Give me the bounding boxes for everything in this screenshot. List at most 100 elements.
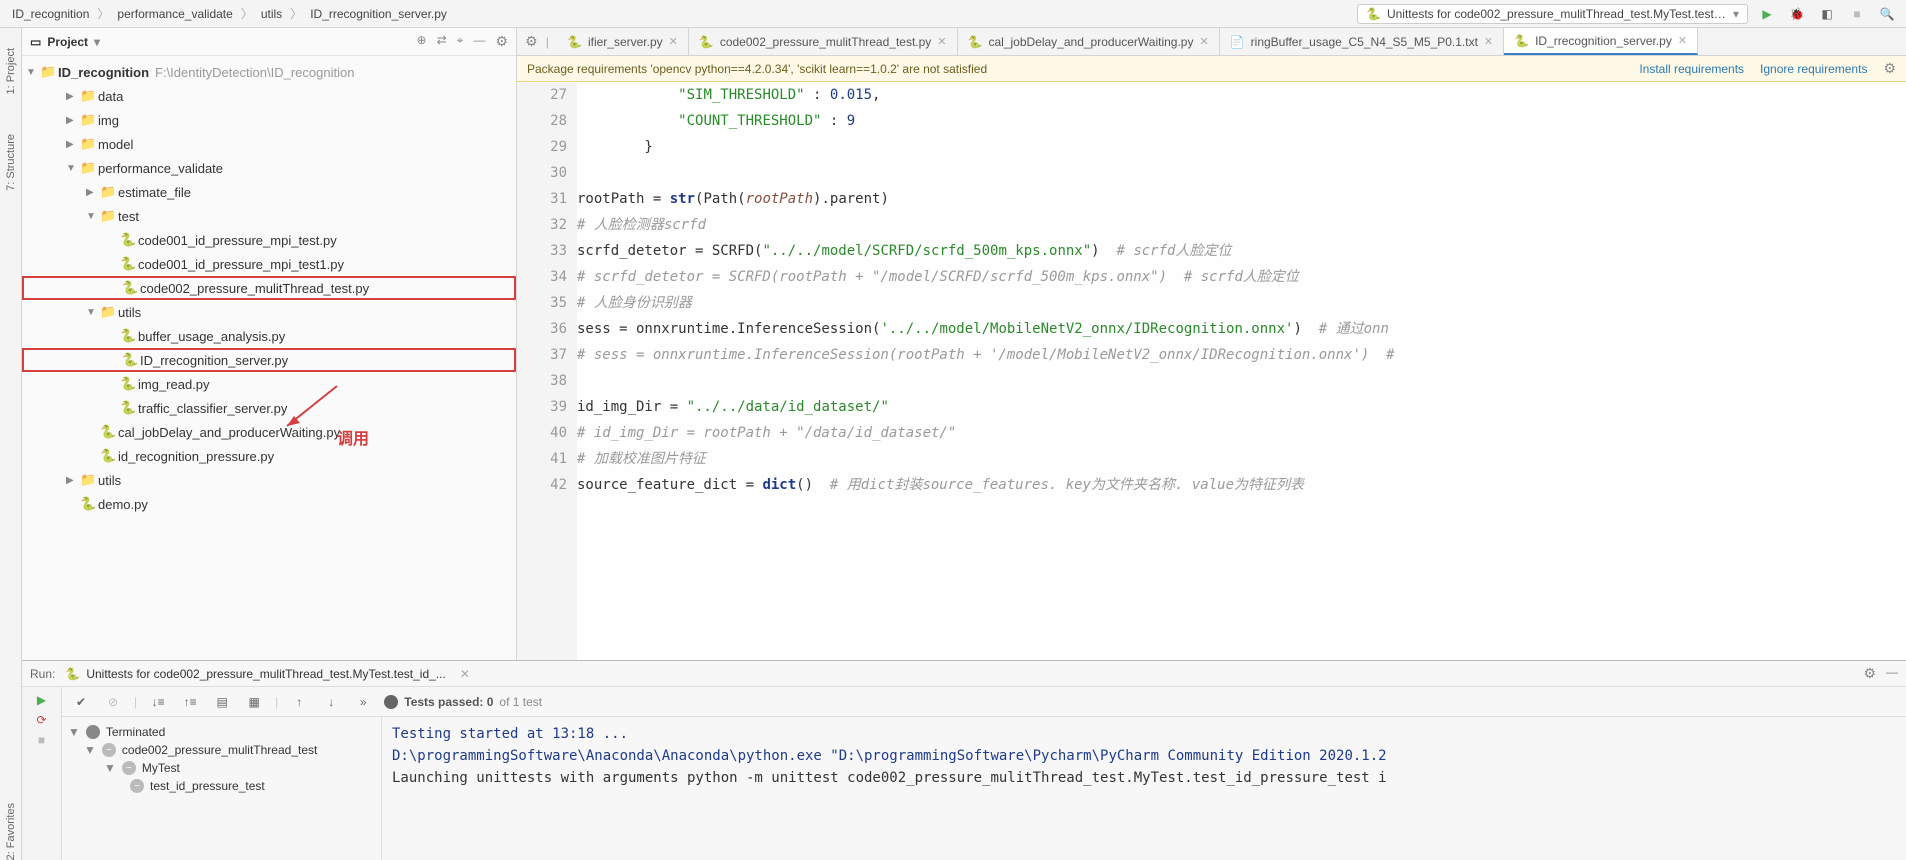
tree-item-label: img_read.py (138, 377, 210, 392)
test-node[interactable]: ▼−code002_pressure_mulitThread_test (68, 741, 375, 759)
tree-folder[interactable]: ▼📁test (22, 204, 516, 228)
tree-folder[interactable]: ▶📁estimate_file (22, 180, 516, 204)
tree-file[interactable]: 🐍id_recognition_pressure.py (22, 444, 516, 468)
python-icon: 🐍 (120, 376, 138, 392)
python-icon: 🐍 (120, 400, 138, 416)
console-output[interactable]: Testing started at 13:18 ...D:\programmi… (382, 717, 1906, 860)
select-opened-icon[interactable]: ⌖ (457, 33, 464, 50)
tab-label: ringBuffer_usage_C5_N4_S5_M5_P0.1.txt (1251, 35, 1478, 49)
python-icon: 🐍 (1366, 7, 1381, 21)
structure-tool-tab[interactable]: 7: Structure (5, 134, 17, 191)
status-icon: − (130, 779, 144, 793)
python-icon: 🐍 (122, 280, 140, 296)
install-requirements-link[interactable]: Install requirements (1639, 62, 1744, 76)
close-icon[interactable]: ✕ (669, 35, 678, 48)
next-button[interactable]: ↓ (320, 691, 342, 713)
editor-tab[interactable]: 📄ringBuffer_usage_C5_N4_S5_M5_P0.1.txt✕ (1220, 28, 1504, 55)
gear-icon[interactable]: ⚙ (1863, 665, 1876, 682)
tab-label: ID_rrecognition_server.py (1535, 34, 1672, 48)
tests-status: Tests passed: 0 of 1 test (384, 695, 542, 709)
hide-icon[interactable]: — (1886, 665, 1898, 682)
prev-button[interactable]: ↑ (288, 691, 310, 713)
tree-file[interactable]: 🐍demo.py (22, 492, 516, 516)
search-icon[interactable]: 🔍 (1876, 3, 1898, 25)
expand-icon[interactable]: ⇄ (437, 33, 447, 50)
favorites-tool-tab[interactable]: 2: Favorites (5, 803, 17, 860)
run-button[interactable]: ▶ (1756, 3, 1778, 25)
tree-folder[interactable]: ▶📁data (22, 84, 516, 108)
tree-file[interactable]: 🐍buffer_usage_analysis.py (22, 324, 516, 348)
project-panel-title[interactable]: ▭ Project ▾ (30, 35, 417, 49)
breadcrumb-item[interactable]: utils (257, 5, 286, 23)
tree-folder[interactable]: ▶📁utils (22, 468, 516, 492)
ignore-requirements-link[interactable]: Ignore requirements (1760, 62, 1867, 76)
test-tree[interactable]: ▼ Terminated ▼−code002_pressure_mulitThr… (62, 717, 382, 860)
folder-icon: 📁 (80, 472, 98, 488)
tree-item-label: buffer_usage_analysis.py (138, 329, 285, 344)
run-tab-name[interactable]: Unittests for code002_pressure_mulitThre… (86, 667, 446, 681)
test-node[interactable]: −test_id_pressure_test (68, 777, 375, 795)
close-icon[interactable]: ✕ (1199, 35, 1208, 48)
hide-icon[interactable]: — (473, 33, 485, 50)
stop-button[interactable]: ■ (1846, 3, 1868, 25)
tree-file[interactable]: 🐍code001_id_pressure_mpi_test.py (22, 228, 516, 252)
breadcrumb-item[interactable]: ID_rrecognition_server.py (306, 5, 451, 23)
tree-folder[interactable]: ▶📁model (22, 132, 516, 156)
stop-button[interactable]: ■ (38, 733, 45, 747)
run-config-dropdown[interactable]: 🐍 Unittests for code002_pressure_mulitTh… (1357, 4, 1748, 24)
close-icon[interactable]: ✕ (1678, 34, 1687, 47)
tree-file[interactable]: 🐍traffic_classifier_server.py (22, 396, 516, 420)
breadcrumb-item[interactable]: performance_validate (113, 5, 236, 23)
test-node[interactable]: ▼−MyTest (68, 759, 375, 777)
tree-item-label: model (98, 137, 133, 152)
sort2-button[interactable]: ↑≡ (179, 691, 201, 713)
editor-tab[interactable]: 🐍ifier_server.py✕ (557, 28, 689, 55)
expand-button[interactable]: ▤ (211, 691, 233, 713)
debug-button[interactable]: 🐞 (1786, 3, 1808, 25)
tree-item-label: code002_pressure_mulitThread_test.py (140, 281, 369, 296)
tree-folder[interactable]: ▼📁utils (22, 300, 516, 324)
toggle-auto-test[interactable]: ⟳ (36, 713, 46, 727)
tree-folder[interactable]: ▼📁performance_validate (22, 156, 516, 180)
project-tree[interactable]: ▼ 📁 ID_recognition F:\IdentityDetection\… (22, 56, 516, 520)
rerun-button[interactable]: ▶ (37, 693, 46, 707)
status-icon: − (102, 743, 116, 757)
console-line: Launching unittests with arguments pytho… (392, 767, 1896, 789)
close-icon[interactable]: ✕ (937, 35, 946, 48)
close-icon[interactable]: ✕ (1484, 35, 1493, 48)
code-content[interactable]: "SIM_THRESHOLD" : 0.015, "COUNT_THRESHOL… (577, 82, 1906, 660)
project-root[interactable]: ▼ 📁 ID_recognition F:\IdentityDetection\… (22, 60, 516, 84)
tree-item-label: id_recognition_pressure.py (118, 449, 274, 464)
tree-file[interactable]: 🐍img_read.py (22, 372, 516, 396)
tree-item-label: ID_rrecognition_server.py (140, 353, 288, 368)
editor-tab[interactable]: 🐍ID_rrecognition_server.py✕ (1504, 28, 1698, 55)
gear-icon[interactable]: ⚙ (495, 33, 508, 50)
show-ignored-button[interactable]: ⊘ (102, 691, 124, 713)
tree-item-label: code001_id_pressure_mpi_test1.py (138, 257, 344, 272)
collapse-button[interactable]: ▦ (243, 691, 265, 713)
folder-icon: 📁 (100, 184, 118, 200)
editor-tab[interactable]: 🐍cal_jobDelay_and_producerWaiting.py✕ (958, 28, 1220, 55)
more-button[interactable]: » (352, 691, 374, 713)
gear-icon[interactable]: ⚙ (525, 33, 538, 50)
close-icon[interactable]: ✕ (460, 667, 470, 681)
project-tool-tab[interactable]: 1: Project (5, 48, 17, 94)
gear-icon[interactable]: ⚙ (1883, 60, 1896, 77)
code-editor[interactable]: 27282930313233343536373839404142 "SIM_TH… (517, 82, 1906, 660)
editor-tab[interactable]: 🐍code002_pressure_mulitThread_test.py✕ (689, 28, 958, 55)
collapse-icon[interactable]: ⊕ (417, 33, 427, 50)
breadcrumb-item[interactable]: ID_recognition (8, 5, 93, 23)
tree-file[interactable]: 🐍code002_pressure_mulitThread_test.py (22, 276, 516, 300)
tree-file[interactable]: 🐍ID_rrecognition_server.py (22, 348, 516, 372)
python-icon: 🐍 (80, 496, 98, 512)
show-passed-button[interactable]: ✔ (70, 691, 92, 713)
tree-item-label: estimate_file (118, 185, 191, 200)
sort-button[interactable]: ↓≡ (147, 691, 169, 713)
run-with-coverage-button[interactable]: ◧ (1816, 3, 1838, 25)
folder-icon: 📁 (80, 112, 98, 128)
tree-folder[interactable]: ▶📁img (22, 108, 516, 132)
project-panel: ▭ Project ▾ ⊕ ⇄ ⌖ — ⚙ ▼ (22, 28, 517, 660)
tree-file[interactable]: 🐍cal_jobDelay_and_producerWaiting.py (22, 420, 516, 444)
tree-file[interactable]: 🐍code001_id_pressure_mpi_test1.py (22, 252, 516, 276)
test-root[interactable]: ▼ Terminated (68, 723, 375, 741)
